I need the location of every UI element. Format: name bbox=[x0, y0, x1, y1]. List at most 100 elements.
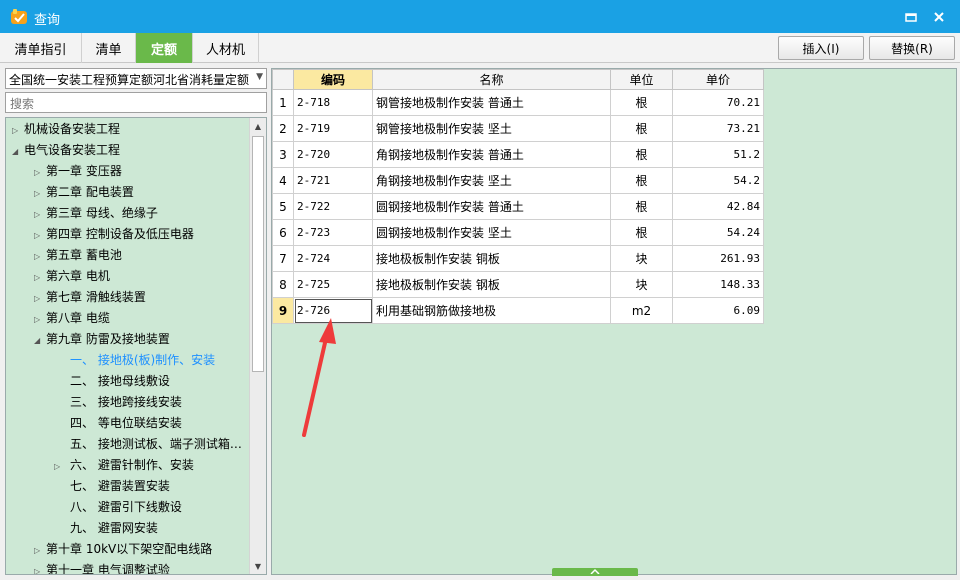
name-cell[interactable]: 利用基础钢筋做接地极 bbox=[372, 297, 611, 324]
tree-node[interactable]: ▷ 第二章 配电装置 bbox=[34, 182, 134, 203]
table-row[interactable]: 2 2-719 钢管接地极制作安装 坚土 根 73.21 bbox=[272, 115, 764, 142]
table-row[interactable]: 3 2-720 角钢接地极制作安装 普通土 根 51.2 bbox=[272, 141, 764, 168]
panel-expand-handle[interactable] bbox=[552, 568, 638, 576]
price-cell[interactable]: 54.24 bbox=[672, 219, 764, 246]
tree-node[interactable]: ▷ 第十一章 电气调整试验 bbox=[34, 560, 170, 574]
column-header-price[interactable]: 单价 bbox=[672, 69, 764, 90]
column-header-unit[interactable]: 单位 bbox=[610, 69, 673, 90]
unit-cell[interactable]: 根 bbox=[610, 89, 673, 116]
name-cell[interactable]: 接地极板制作安装 铜板 bbox=[372, 245, 611, 272]
code-cell[interactable]: 2-722 bbox=[293, 193, 373, 220]
tree-node[interactable]: 三、 接地跨接线安装 bbox=[70, 392, 182, 413]
collapse-arrow-icon[interactable]: ◢ bbox=[12, 141, 24, 162]
tree-node[interactable]: ◢ 电气设备安装工程 bbox=[12, 140, 120, 161]
name-cell[interactable]: 圆钢接地极制作安装 坚土 bbox=[372, 219, 611, 246]
tree-node[interactable]: ◢ 第九章 防雷及接地装置 bbox=[34, 329, 170, 350]
unit-cell[interactable]: 根 bbox=[610, 193, 673, 220]
expand-arrow-icon[interactable]: ▷ bbox=[34, 540, 46, 561]
tree-node[interactable]: ▷ 六、 避雷针制作、安装 bbox=[54, 455, 194, 476]
unit-cell[interactable]: m2 bbox=[610, 297, 673, 324]
collapse-arrow-icon[interactable]: ◢ bbox=[34, 330, 46, 351]
code-cell[interactable]: 2-724 bbox=[293, 245, 373, 272]
tab-bill[interactable]: 清单 bbox=[82, 33, 136, 63]
tab-quota[interactable]: 定额 bbox=[136, 33, 193, 63]
code-cell[interactable]: 2-720 bbox=[293, 141, 373, 168]
scroll-up-icon[interactable]: ▲ bbox=[250, 118, 266, 134]
tree-node[interactable]: ▷ 第五章 蓄电池 bbox=[34, 245, 122, 266]
unit-cell[interactable]: 根 bbox=[610, 115, 673, 142]
price-cell[interactable]: 6.09 bbox=[672, 297, 764, 324]
insert-button[interactable]: 插入(I) bbox=[778, 36, 864, 60]
table-row[interactable]: 7 2-724 接地极板制作安装 铜板 块 261.93 bbox=[272, 245, 764, 272]
price-cell[interactable]: 51.2 bbox=[672, 141, 764, 168]
column-header-code[interactable]: 编码 bbox=[293, 69, 373, 90]
tree-node[interactable]: ▷ 第七章 滑触线装置 bbox=[34, 287, 146, 308]
replace-button[interactable]: 替换(R) bbox=[869, 36, 955, 60]
price-cell[interactable]: 54.2 bbox=[672, 167, 764, 194]
expand-arrow-icon[interactable]: ▷ bbox=[34, 225, 46, 246]
scrollbar-thumb[interactable] bbox=[252, 136, 264, 372]
price-cell[interactable]: 42.84 bbox=[672, 193, 764, 220]
unit-cell[interactable]: 块 bbox=[610, 271, 673, 298]
unit-cell[interactable]: 块 bbox=[610, 245, 673, 272]
name-cell[interactable]: 圆钢接地极制作安装 普通土 bbox=[372, 193, 611, 220]
tree-node[interactable]: ▷ 第一章 变压器 bbox=[34, 161, 122, 182]
tree-node[interactable]: ▷ 第四章 控制设备及低压电器 bbox=[34, 224, 194, 245]
scroll-down-icon[interactable]: ▼ bbox=[250, 558, 266, 574]
expand-arrow-icon[interactable]: ▷ bbox=[12, 120, 24, 141]
tree-node[interactable]: ▷ 第六章 电机 bbox=[34, 266, 110, 287]
tree-node[interactable]: ▷ 第八章 电缆 bbox=[34, 308, 110, 329]
chevron-down-icon[interactable]: ▼ bbox=[256, 72, 263, 82]
expand-arrow-icon[interactable]: ▷ bbox=[34, 288, 46, 309]
expand-arrow-icon[interactable]: ▷ bbox=[34, 309, 46, 330]
tree-node[interactable]: 七、 避雷装置安装 bbox=[70, 476, 170, 497]
table-row[interactable]: 6 2-723 圆钢接地极制作安装 坚土 根 54.24 bbox=[272, 219, 764, 246]
tree-node[interactable]: ▷ 机械设备安装工程 bbox=[12, 119, 120, 140]
code-cell[interactable]: 2-718 bbox=[293, 89, 373, 116]
expand-arrow-icon[interactable]: ▷ bbox=[34, 183, 46, 204]
expand-arrow-icon[interactable]: ▷ bbox=[34, 267, 46, 288]
tab-labor-material-machine[interactable]: 人材机 bbox=[193, 33, 259, 63]
price-cell[interactable]: 73.21 bbox=[672, 115, 764, 142]
search-input[interactable] bbox=[5, 92, 267, 113]
tree-node[interactable]: 四、 等电位联结安装 bbox=[70, 413, 182, 434]
tree-node-selected[interactable]: 一、 接地极(板)制作、安装 bbox=[70, 350, 215, 371]
tree-node[interactable]: 八、 避雷引下线敷设 bbox=[70, 497, 182, 518]
expand-arrow-icon[interactable]: ▷ bbox=[54, 456, 66, 477]
column-header-name[interactable]: 名称 bbox=[372, 69, 611, 90]
expand-arrow-icon[interactable]: ▷ bbox=[34, 204, 46, 225]
code-cell-current[interactable]: 2-726 bbox=[293, 297, 373, 324]
name-cell[interactable]: 角钢接地极制作安装 普通土 bbox=[372, 141, 611, 168]
table-row[interactable]: 8 2-725 接地极板制作安装 钢板 块 148.33 bbox=[272, 271, 764, 298]
table-row[interactable]: 4 2-721 角钢接地极制作安装 坚土 根 54.2 bbox=[272, 167, 764, 194]
table-row[interactable]: 5 2-722 圆钢接地极制作安装 普通土 根 42.84 bbox=[272, 193, 764, 220]
unit-cell[interactable]: 根 bbox=[610, 167, 673, 194]
unit-cell[interactable]: 根 bbox=[610, 219, 673, 246]
price-cell[interactable]: 148.33 bbox=[672, 271, 764, 298]
unit-cell[interactable]: 根 bbox=[610, 141, 673, 168]
tree-scrollbar[interactable]: ▲ ▼ bbox=[249, 118, 266, 574]
tree-node[interactable]: 五、 接地测试板、端子测试箱… bbox=[70, 434, 242, 455]
minimize-icon[interactable] bbox=[902, 8, 920, 25]
name-cell[interactable]: 钢管接地极制作安装 坚土 bbox=[372, 115, 611, 142]
tree-node[interactable]: 九、 避雷网安装 bbox=[70, 518, 158, 539]
name-cell[interactable]: 接地极板制作安装 钢板 bbox=[372, 271, 611, 298]
price-cell[interactable]: 261.93 bbox=[672, 245, 764, 272]
code-cell[interactable]: 2-719 bbox=[293, 115, 373, 142]
code-cell[interactable]: 2-723 bbox=[293, 219, 373, 246]
name-cell[interactable]: 角钢接地极制作安装 坚土 bbox=[372, 167, 611, 194]
expand-arrow-icon[interactable]: ▷ bbox=[34, 561, 46, 574]
tree-node[interactable]: ▷ 第三章 母线、绝缘子 bbox=[34, 203, 158, 224]
tab-bill-guide[interactable]: 清单指引 bbox=[0, 33, 82, 63]
code-cell[interactable]: 2-721 bbox=[293, 167, 373, 194]
price-cell[interactable]: 70.21 bbox=[672, 89, 764, 116]
expand-arrow-icon[interactable]: ▷ bbox=[34, 162, 46, 183]
close-icon[interactable] bbox=[930, 8, 948, 25]
expand-arrow-icon[interactable]: ▷ bbox=[34, 246, 46, 267]
table-row-current[interactable]: 9 2-726 利用基础钢筋做接地极 m2 6.09 bbox=[272, 297, 764, 324]
name-cell[interactable]: 钢管接地极制作安装 普通土 bbox=[372, 89, 611, 116]
tree-node[interactable]: ▷ 第十章 10kV以下架空配电线路 bbox=[34, 539, 212, 560]
quota-library-select[interactable]: 全国统一安装工程预算定额河北省消耗量定额 ▼ bbox=[5, 68, 267, 89]
code-cell[interactable]: 2-725 bbox=[293, 271, 373, 298]
tree-node[interactable]: 二、 接地母线敷设 bbox=[70, 371, 170, 392]
